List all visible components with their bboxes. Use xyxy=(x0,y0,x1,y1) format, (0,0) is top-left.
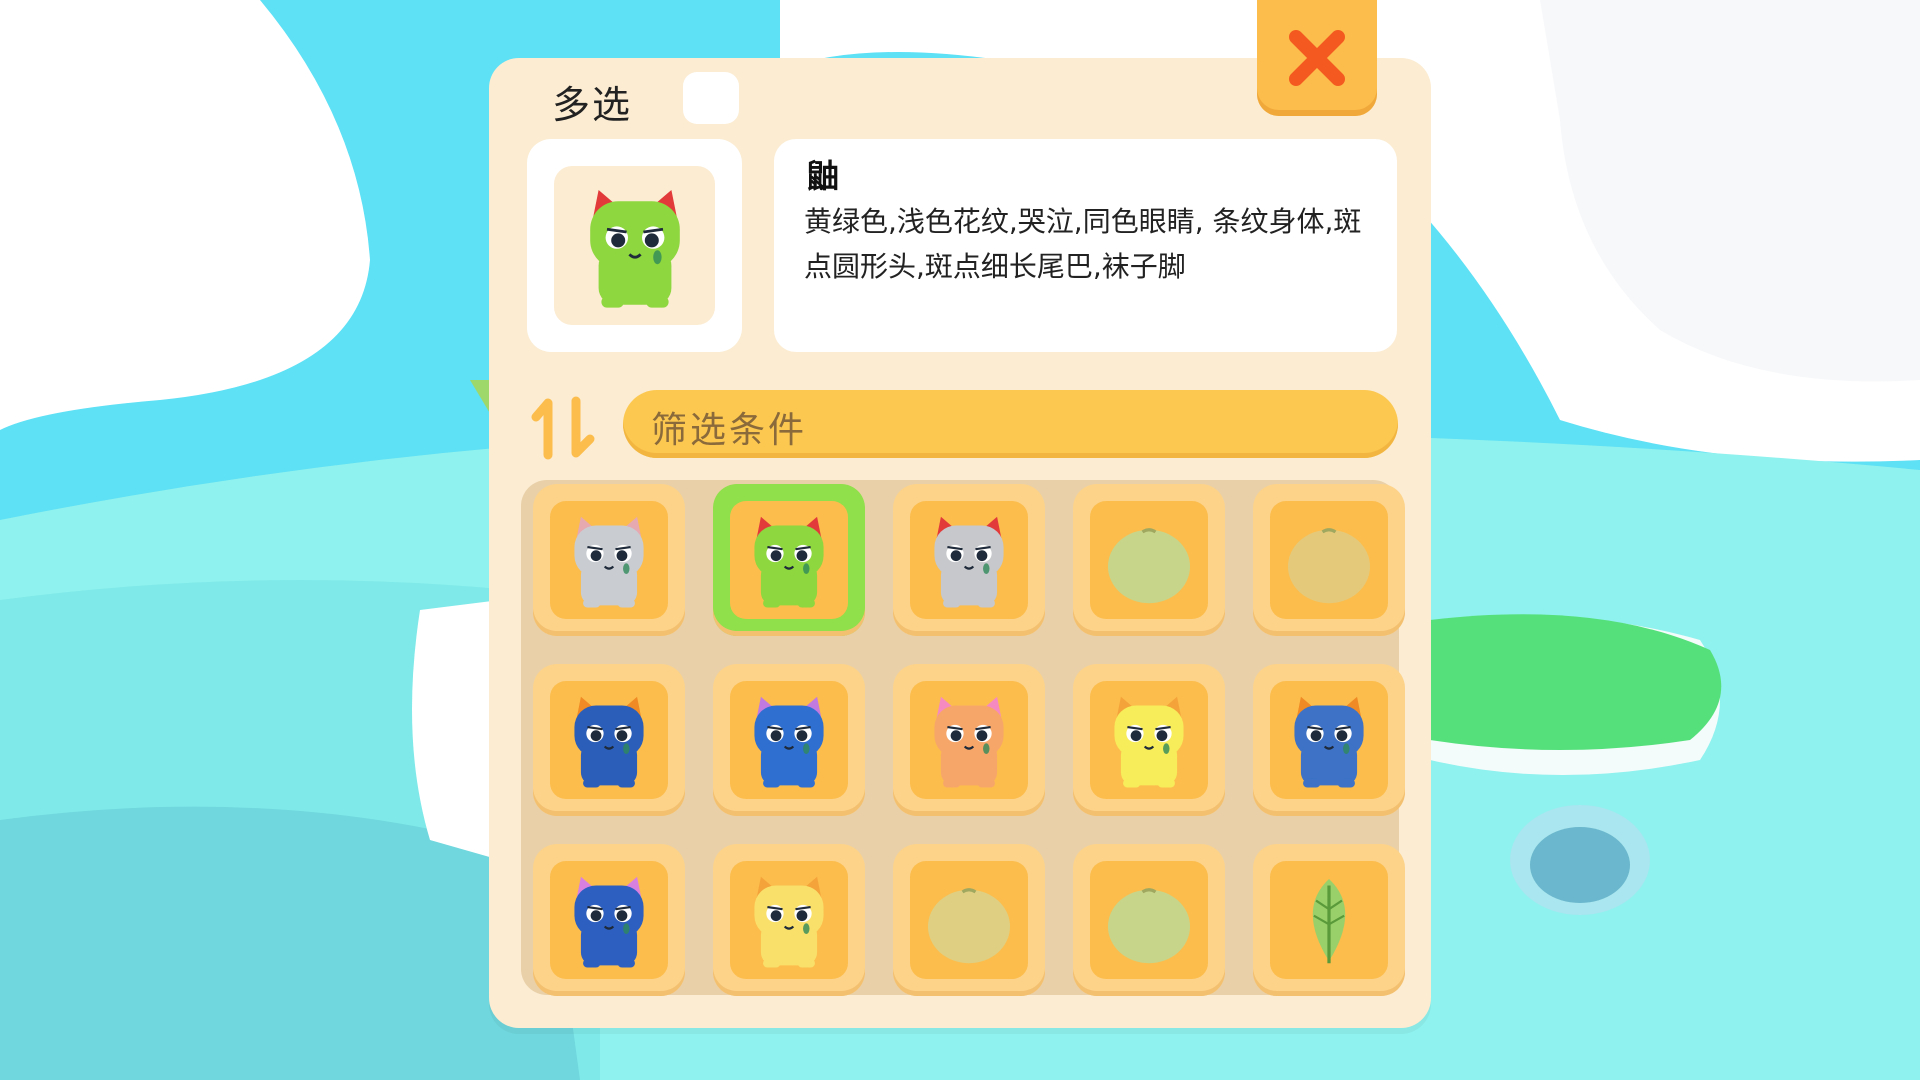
slot-image xyxy=(1090,681,1208,799)
egg-icon xyxy=(927,888,1011,964)
filter-bar[interactable]: 筛选条件 xyxy=(623,390,1398,458)
creature-name: 鼬 xyxy=(807,157,840,195)
collection-slot-14[interactable] xyxy=(1073,844,1225,996)
collection-slot-9[interactable] xyxy=(1073,664,1225,816)
leaf-icon xyxy=(1312,878,1346,964)
collection-slot-11[interactable] xyxy=(533,844,685,996)
preview-image xyxy=(554,166,715,325)
panel-title: 多选 xyxy=(552,83,633,127)
collection-slot-8[interactable] xyxy=(893,664,1045,816)
slot-image xyxy=(1270,501,1388,619)
cat-icon xyxy=(754,516,824,608)
slot-image xyxy=(910,501,1028,619)
preview-cat-icon xyxy=(589,189,680,308)
collection-slot-2[interactable] xyxy=(713,484,865,636)
slot-image xyxy=(910,681,1028,799)
collection-slot-12[interactable] xyxy=(713,844,865,996)
collection-slot-5[interactable] xyxy=(1253,484,1405,636)
slot-image xyxy=(1090,501,1208,619)
cat-icon xyxy=(574,696,644,788)
collection-slot-7[interactable] xyxy=(713,664,865,816)
creature-description: 黄绿色,浅色花纹,哭泣,同色眼睛, 条纹身体,斑点圆形头,斑点细长尾巴,袜子脚 xyxy=(804,205,1362,283)
egg-icon xyxy=(1107,888,1191,964)
slot-image xyxy=(730,681,848,799)
selected-preview xyxy=(527,139,742,352)
collection-slot-13[interactable] xyxy=(893,844,1045,996)
collection-slot-6[interactable] xyxy=(533,664,685,816)
slot-image xyxy=(550,861,668,979)
description-card: 鼬 黄绿色,浅色花纹,哭泣,同色眼睛, 条纹身体,斑点圆形头,斑点细长尾巴,袜子… xyxy=(774,139,1397,352)
cat-icon xyxy=(574,876,644,968)
slot-image xyxy=(550,681,668,799)
collection-slot-3[interactable] xyxy=(893,484,1045,636)
sort-icon[interactable] xyxy=(530,395,600,461)
collection-slot-15[interactable] xyxy=(1253,844,1405,996)
slot-image xyxy=(1090,861,1208,979)
multi-select-toggle[interactable] xyxy=(683,72,739,124)
collection-grid xyxy=(521,480,1405,996)
close-button[interactable] xyxy=(1257,0,1377,116)
slot-image xyxy=(1270,861,1388,979)
cat-icon xyxy=(754,696,824,788)
slot-image xyxy=(730,501,848,619)
collection-slot-1[interactable] xyxy=(533,484,685,636)
cat-icon xyxy=(754,876,824,968)
slot-image xyxy=(1270,681,1388,799)
filter-label: 筛选条件 xyxy=(651,410,808,451)
cat-icon xyxy=(1294,696,1364,788)
close-icon xyxy=(1289,30,1345,86)
cat-icon xyxy=(934,516,1004,608)
collection-slot-10[interactable] xyxy=(1253,664,1405,816)
egg-icon xyxy=(1107,528,1191,604)
egg-icon xyxy=(1287,528,1371,604)
slot-image xyxy=(550,501,668,619)
collection-slot-4[interactable] xyxy=(1073,484,1225,636)
cat-icon xyxy=(934,696,1004,788)
slot-image xyxy=(910,861,1028,979)
cat-icon xyxy=(574,516,644,608)
slot-image xyxy=(730,861,848,979)
cat-icon xyxy=(1114,696,1184,788)
